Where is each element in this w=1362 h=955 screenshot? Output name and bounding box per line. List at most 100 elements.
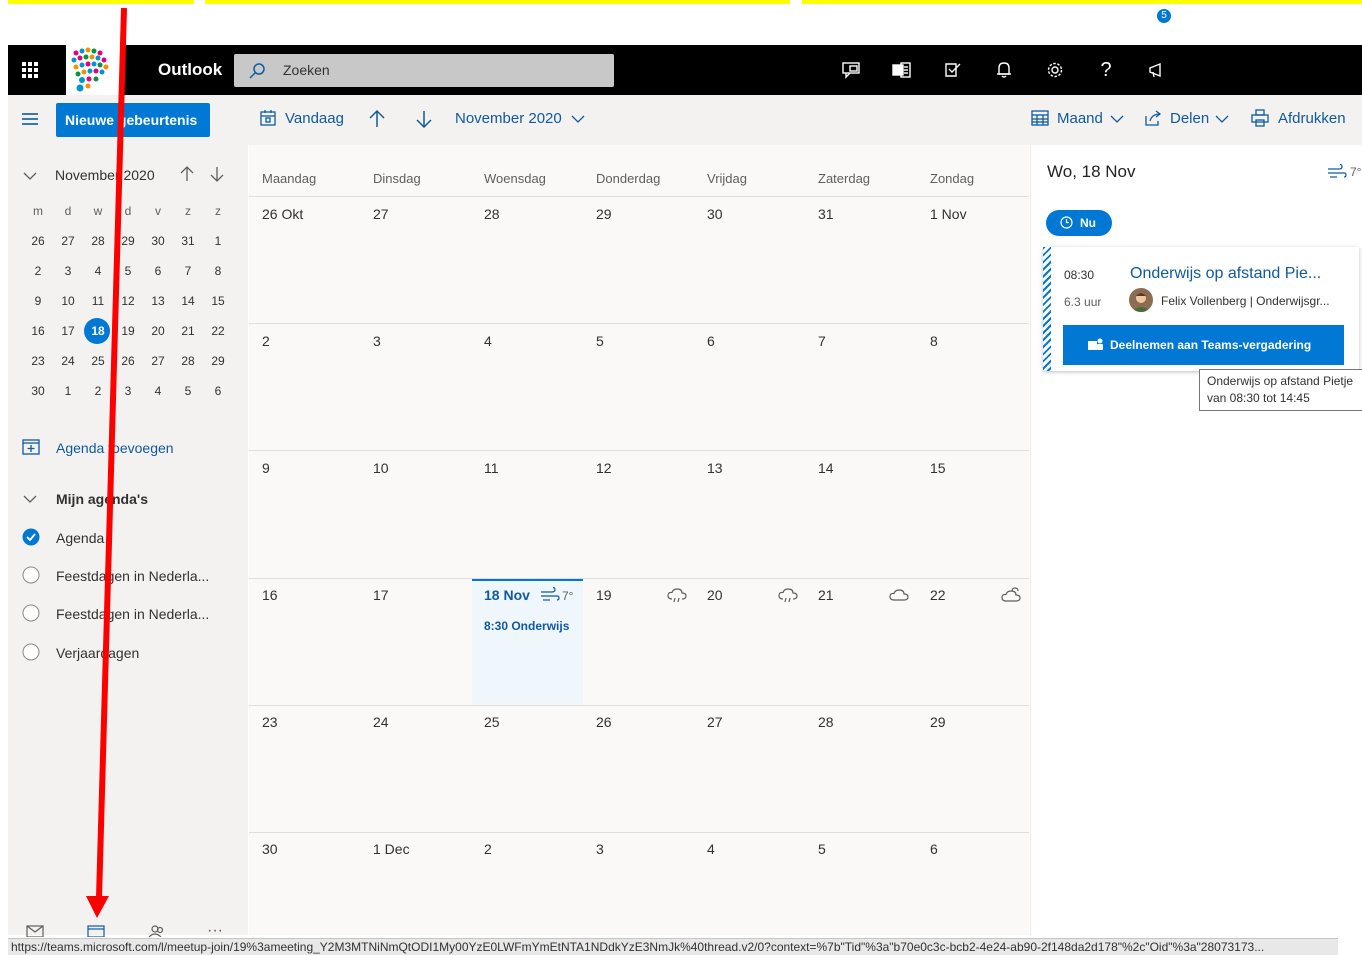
day-cell-number[interactable]: 30 xyxy=(262,841,278,857)
mini-calendar-day[interactable]: 31 xyxy=(173,234,203,248)
add-calendar-link[interactable]: Agenda toevoegen xyxy=(56,440,174,456)
day-cell-number[interactable]: 2 xyxy=(484,841,492,857)
mini-calendar-day[interactable]: 2 xyxy=(83,384,113,398)
day-cell-number[interactable]: 7 xyxy=(818,333,826,349)
mini-calendar-day[interactable]: 7 xyxy=(173,264,203,278)
mini-calendar-day[interactable]: 2 xyxy=(23,264,53,278)
mini-calendar-day[interactable]: 24 xyxy=(53,354,83,368)
month-view-icon[interactable] xyxy=(1031,109,1049,127)
day-cell-number[interactable]: 6 xyxy=(930,841,938,857)
event-title[interactable]: Onderwijs op afstand Pie... xyxy=(1130,265,1321,283)
chevron-down-icon[interactable] xyxy=(1215,114,1229,124)
gear-icon[interactable] xyxy=(1044,59,1066,81)
day-cell-number[interactable]: 27 xyxy=(707,714,723,730)
day-cell-number[interactable]: 1 Dec xyxy=(373,841,410,857)
chevron-down-icon[interactable] xyxy=(571,114,585,124)
mini-calendar-day[interactable]: 30 xyxy=(143,234,173,248)
day-cell-number[interactable]: 4 xyxy=(707,841,715,857)
mini-calendar-day[interactable]: 4 xyxy=(143,384,173,398)
day-cell-number[interactable]: 2 xyxy=(262,333,270,349)
day-cell-number[interactable]: 14 xyxy=(818,460,834,476)
organization-logo[interactable] xyxy=(66,45,124,95)
search-placeholder[interactable]: Zoeken xyxy=(283,62,330,78)
mini-calendar-title[interactable]: November 2020 xyxy=(55,167,155,183)
mini-calendar-day[interactable]: 21 xyxy=(173,324,203,338)
mini-calendar-day[interactable]: 23 xyxy=(23,354,53,368)
day-cell-number[interactable]: 5 xyxy=(596,333,604,349)
day-cell-number[interactable]: 30 xyxy=(707,206,723,222)
mini-calendar-day[interactable]: 17 xyxy=(53,324,83,338)
day-cell-number[interactable]: 17 xyxy=(373,587,389,603)
month-picker[interactable]: November 2020 xyxy=(455,110,562,127)
app-launcher-icon[interactable] xyxy=(8,45,52,95)
day-cell-number[interactable]: 26 Okt xyxy=(262,206,303,222)
mini-calendar-day[interactable]: 27 xyxy=(143,354,173,368)
join-teams-button[interactable]: Deelnemen aan Teams-vergadering xyxy=(1063,325,1344,365)
mini-calendar-day[interactable]: 15 xyxy=(203,294,233,308)
calendar-icon[interactable] xyxy=(87,925,105,937)
new-event-button[interactable]: Nieuwe gebeurtenis xyxy=(56,103,210,137)
calendar-item-birthdays[interactable]: Verjaardagen xyxy=(56,645,139,661)
chevron-down-icon[interactable] xyxy=(23,494,37,504)
day-cell-number[interactable]: 31 xyxy=(818,206,834,222)
arrow-down-icon[interactable] xyxy=(415,109,433,129)
mini-calendar-day[interactable]: 20 xyxy=(143,324,173,338)
day-cell-number[interactable]: 12 xyxy=(596,460,612,476)
checked-circle-icon[interactable] xyxy=(22,528,40,546)
day-cell-number[interactable]: 3 xyxy=(373,333,381,349)
day-cell-number[interactable]: 28 xyxy=(818,714,834,730)
day-cell-number[interactable]: 8 xyxy=(930,333,938,349)
share-icon[interactable] xyxy=(1144,109,1162,127)
mini-calendar-day[interactable]: 19 xyxy=(113,324,143,338)
mini-calendar-day[interactable]: 6 xyxy=(203,384,233,398)
arrow-down-icon[interactable] xyxy=(210,166,224,182)
calendar-item-holidays[interactable]: Feestdagen in Nederla... xyxy=(56,568,209,584)
mini-calendar-day[interactable]: 12 xyxy=(113,294,143,308)
calendar-add-icon[interactable] xyxy=(22,438,40,456)
day-cell-number[interactable]: 22 xyxy=(930,587,946,603)
mini-calendar-day[interactable]: 26 xyxy=(23,234,53,248)
day-cell-number[interactable]: 5 xyxy=(818,841,826,857)
day-cell-number[interactable]: 23 xyxy=(262,714,278,730)
event-card[interactable]: 08:30 6.3 uur Onderwijs op afstand Pie..… xyxy=(1043,247,1359,371)
day-cell-number[interactable]: 9 xyxy=(262,460,270,476)
mini-calendar-day[interactable]: 18 xyxy=(83,324,113,338)
unchecked-circle-icon[interactable] xyxy=(22,566,40,584)
mini-calendar-day[interactable]: 13 xyxy=(143,294,173,308)
chevron-down-icon[interactable] xyxy=(1110,114,1124,124)
day-cell-number[interactable]: 29 xyxy=(930,714,946,730)
people-icon[interactable] xyxy=(148,925,166,937)
mini-calendar-day[interactable]: 9 xyxy=(23,294,53,308)
mini-calendar-day[interactable]: 26 xyxy=(113,354,143,368)
day-cell-number[interactable]: 18 Nov xyxy=(484,587,530,603)
today-button[interactable]: Vandaag xyxy=(285,110,344,127)
mini-calendar-day[interactable]: 29 xyxy=(203,354,233,368)
day-cell-number[interactable]: 29 xyxy=(596,206,612,222)
to-do-icon[interactable] xyxy=(942,59,964,81)
calendar-item-agenda[interactable]: Agenda xyxy=(56,530,104,546)
mini-calendar-day[interactable]: 14 xyxy=(173,294,203,308)
mini-calendar-day[interactable]: 28 xyxy=(173,354,203,368)
calendar-today-icon[interactable] xyxy=(259,109,277,127)
day-cell-number[interactable]: 3 xyxy=(596,841,604,857)
hamburger-menu-icon[interactable] xyxy=(20,109,40,129)
mini-calendar-day[interactable]: 28 xyxy=(83,234,113,248)
search-box[interactable]: Zoeken xyxy=(234,54,614,87)
mini-calendar-day[interactable]: 3 xyxy=(113,384,143,398)
mini-calendar-day[interactable]: 10 xyxy=(53,294,83,308)
day-cell-number[interactable]: 6 xyxy=(707,333,715,349)
office-icon[interactable] xyxy=(891,59,913,81)
mini-calendar-day[interactable]: 16 xyxy=(23,324,53,338)
day-cell-number[interactable]: 25 xyxy=(484,714,500,730)
day-cell-number[interactable]: 20 xyxy=(707,587,723,603)
day-cell-number[interactable]: 16 xyxy=(262,587,278,603)
help-icon[interactable]: ? xyxy=(1095,59,1117,81)
mini-calendar-day[interactable]: 5 xyxy=(113,264,143,278)
mini-calendar-day[interactable]: 8 xyxy=(203,264,233,278)
day-cell-number[interactable]: 13 xyxy=(707,460,723,476)
arrow-up-icon[interactable] xyxy=(180,166,194,182)
day-cell-number[interactable]: 21 xyxy=(818,587,834,603)
print-icon[interactable] xyxy=(1251,109,1269,127)
day-cell-number[interactable]: 19 xyxy=(596,587,612,603)
mini-calendar-day[interactable]: 25 xyxy=(83,354,113,368)
